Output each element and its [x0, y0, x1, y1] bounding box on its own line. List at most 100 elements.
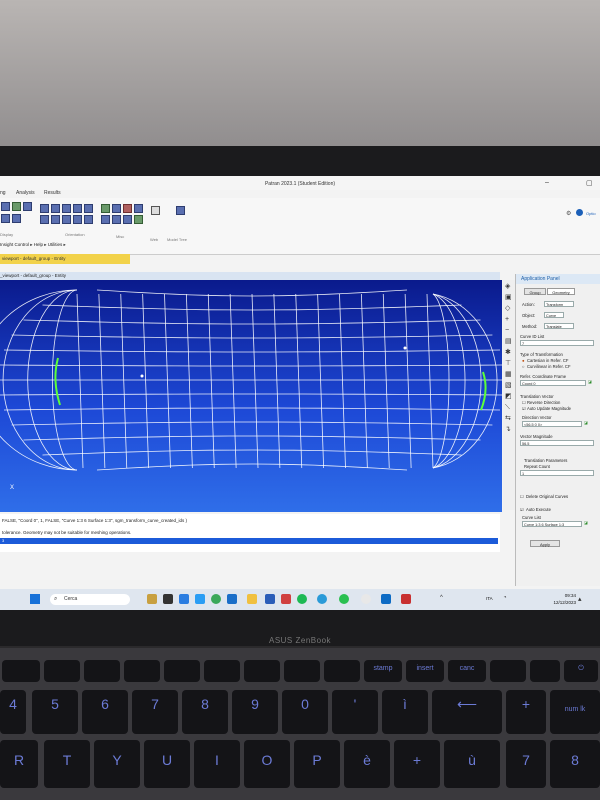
app-icon[interactable]	[195, 594, 205, 604]
plus-icon[interactable]: +	[505, 316, 512, 323]
tool-icon[interactable]: ▦	[505, 371, 512, 378]
command-input[interactable]: 3	[0, 538, 498, 544]
app-icon[interactable]	[265, 594, 275, 604]
taskbar-search[interactable]: ⌕ Cerca	[50, 594, 130, 605]
key[interactable]: 8	[550, 740, 600, 788]
orientation-icon[interactable]	[73, 215, 82, 224]
radio-cartesian-icon[interactable]: ●	[522, 358, 525, 363]
key[interactable]: U	[144, 740, 190, 788]
object-select[interactable]: Curve	[544, 312, 564, 318]
curve-id-input[interactable]: 7	[520, 340, 594, 346]
ribbon-icon[interactable]	[1, 202, 10, 211]
app-icon[interactable]	[401, 594, 411, 604]
tool-icon[interactable]: ⇆	[505, 415, 512, 422]
misc-icon[interactable]	[101, 215, 110, 224]
notification-icon[interactable]: ▴	[578, 595, 582, 603]
menu-item-results[interactable]: Results	[44, 190, 61, 196]
tool-icon[interactable]: ↴	[505, 426, 512, 433]
folder-icon[interactable]	[247, 594, 257, 604]
tool-icon[interactable]: ◇	[505, 305, 512, 312]
method-select[interactable]: Translate	[544, 323, 574, 329]
help-icon[interactable]	[576, 209, 583, 216]
app-icon[interactable]	[281, 594, 291, 604]
model-tree-icon[interactable]	[176, 206, 185, 215]
key[interactable]	[204, 660, 240, 682]
key[interactable]: 8	[182, 690, 228, 734]
key[interactable]: Y	[94, 740, 140, 788]
key-canc[interactable]: canc	[448, 660, 486, 682]
misc-icon[interactable]	[123, 204, 132, 213]
graphics-viewport[interactable]: X	[0, 280, 502, 512]
tool-icon[interactable]: ▣	[505, 294, 512, 301]
num-lock-key[interactable]: num lk	[550, 690, 600, 734]
key[interactable]	[84, 660, 120, 682]
options-link[interactable]: Optio	[586, 211, 596, 216]
whatsapp-icon[interactable]	[339, 594, 349, 604]
key[interactable]: 4	[0, 690, 26, 734]
key[interactable]: T	[44, 740, 90, 788]
ribbon-icon[interactable]	[1, 214, 10, 223]
key[interactable]: '	[332, 690, 378, 734]
orientation-icon[interactable]	[40, 215, 49, 224]
key[interactable]	[2, 660, 40, 682]
key[interactable]: P	[294, 740, 340, 788]
tray-chevron-icon[interactable]: ^	[440, 595, 443, 601]
tool-icon[interactable]: ▧	[505, 382, 512, 389]
app-icon[interactable]	[147, 594, 157, 604]
tool-icon[interactable]: ◩	[505, 393, 512, 400]
pick-icon[interactable]: ◪	[588, 379, 592, 384]
orientation-icon[interactable]	[84, 204, 93, 213]
tool-icon[interactable]: ◈	[505, 283, 512, 290]
power-key[interactable]: ⏻	[564, 660, 598, 682]
auto-update-checkbox[interactable]: ☑	[522, 406, 526, 411]
key[interactable]	[530, 660, 560, 682]
orientation-icon[interactable]	[62, 204, 71, 213]
misc-icon[interactable]	[112, 215, 121, 224]
chrome-icon[interactable]	[211, 594, 221, 604]
key[interactable]: I	[194, 740, 240, 788]
backspace-key[interactable]: ⟵	[432, 690, 502, 734]
ribbon-icon[interactable]	[12, 214, 21, 223]
key[interactable]	[44, 660, 80, 682]
app-icon[interactable]	[227, 594, 237, 604]
gear-icon[interactable]: ⚙	[566, 210, 571, 217]
radio-curvilinear-icon[interactable]: ○	[522, 364, 525, 369]
key[interactable]: 6	[82, 690, 128, 734]
misc-icon[interactable]	[101, 204, 110, 213]
document-tab[interactable]: viewport - default_group - Entity	[0, 254, 130, 264]
delete-checkbox[interactable]: ☐	[520, 494, 524, 499]
windows-start-icon[interactable]	[30, 594, 40, 604]
key[interactable]	[164, 660, 200, 682]
key[interactable]: ù	[444, 740, 500, 788]
tool-icon[interactable]: ⊤	[505, 360, 512, 367]
minus-icon[interactable]: −	[505, 327, 512, 334]
key[interactable]: +	[394, 740, 440, 788]
misc-icon[interactable]	[123, 215, 132, 224]
key[interactable]: R	[0, 740, 38, 788]
orientation-icon[interactable]	[73, 204, 82, 213]
magnitude-input[interactable]: 56.5	[520, 440, 594, 446]
key[interactable]: 5	[32, 690, 78, 734]
app-icon[interactable]	[381, 594, 391, 604]
key[interactable]: 9	[232, 690, 278, 734]
direction-input[interactable]: <56.5 0 0>	[522, 421, 582, 427]
tool-icon[interactable]: ▤	[505, 338, 512, 345]
ribbon-icon[interactable]	[12, 202, 21, 211]
orientation-icon[interactable]	[84, 215, 93, 224]
key-insert[interactable]: insert	[406, 660, 444, 682]
curve-list-input[interactable]: Curve 1:3 6 Surface 1:3	[522, 521, 582, 527]
tool-icon[interactable]: ⟍	[505, 404, 512, 411]
key[interactable]	[324, 660, 360, 682]
restore-button[interactable]: ▢	[586, 179, 593, 187]
minimize-button[interactable]: –	[545, 179, 549, 186]
key[interactable]: 7	[132, 690, 178, 734]
wifi-icon[interactable]: ◔	[503, 595, 507, 601]
reverse-checkbox[interactable]: ☐	[522, 400, 526, 405]
key[interactable]: 0	[282, 690, 328, 734]
apply-button[interactable]: Apply	[530, 540, 560, 547]
pick-icon[interactable]: ◪	[584, 520, 588, 525]
key-stamp[interactable]: stamp	[364, 660, 402, 682]
telegram-icon[interactable]	[317, 594, 327, 604]
misc-icon[interactable]	[112, 204, 121, 213]
ribbon-icon[interactable]	[23, 202, 32, 211]
